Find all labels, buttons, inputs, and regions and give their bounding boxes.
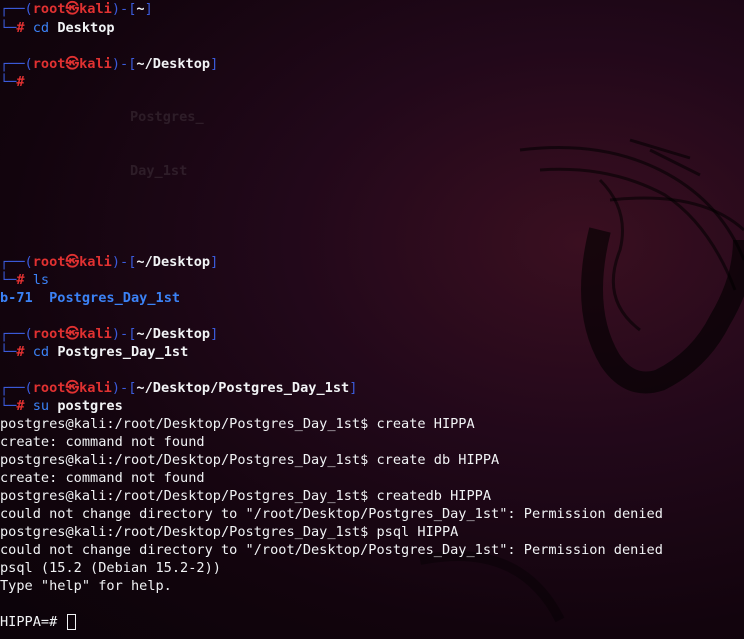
prompt-host: kali [79, 56, 112, 72]
ls-item: Postgres_Day_1st [49, 290, 181, 306]
prompt-header: ┌──(root㉿kali)-[~/Desktop] [0, 56, 219, 72]
prompt-user: root [32, 254, 66, 270]
prompt-host: kali [79, 380, 112, 396]
session-line: could not change directory to "/root/Des… [0, 506, 663, 522]
prompt-header: ┌──(root㉿kali)-[~] [0, 1, 153, 17]
kali-skull-icon: ㉿ [65, 56, 80, 72]
command-args: Postgres_Day_1st [57, 344, 189, 360]
prompt-user: root [32, 380, 66, 396]
prompt-user: root [32, 1, 66, 17]
kali-skull-icon: ㉿ [65, 254, 80, 270]
ghost-line: Day_1st [130, 163, 188, 179]
session-line: psql (15.2 (Debian 15.2-2)) [0, 560, 221, 576]
command-args: Desktop [57, 20, 115, 36]
prompt-input-line: └─# cd Desktop [0, 20, 115, 36]
session-line: postgres@kali:/root/Desktop/Postgres_Day… [0, 416, 475, 432]
prompt-user: root [32, 326, 66, 342]
ls-item: b-71 [0, 290, 33, 306]
prompt-cwd: ~/Desktop [136, 254, 211, 270]
session-line: postgres@kali:/root/Desktop/Postgres_Day… [0, 452, 500, 468]
ghost-folder-label: Postgres_ Day_1st [130, 72, 204, 198]
prompt-cwd: ~/Desktop [136, 326, 211, 342]
kali-skull-icon: ㉿ [65, 380, 80, 396]
session-line: create: command not found [0, 434, 205, 450]
prompt-input-line: └─# [0, 74, 25, 90]
session-line: postgres@kali:/root/Desktop/Postgres_Day… [0, 524, 459, 540]
prompt-host: kali [79, 326, 112, 342]
prompt-input-line: └─# ls [0, 272, 50, 288]
session-line: could not change directory to "/root/Des… [0, 542, 663, 558]
prompt-header: ┌──(root㉿kali)-[~/Desktop/Postgres_Day_1… [0, 380, 358, 396]
prompt-input-line: └─# su postgres [0, 398, 123, 414]
session-line: Type "help" for help. [0, 578, 172, 594]
prompt-cwd: ~ [136, 1, 145, 17]
kali-skull-icon: ㉿ [65, 326, 80, 342]
prompt-header: ┌──(root㉿kali)-[~/Desktop] [0, 326, 219, 342]
prompt-cwd: ~/Desktop [136, 56, 211, 72]
command-text: su [32, 398, 50, 414]
command-text: ls [32, 272, 50, 288]
prompt-header: ┌──(root㉿kali)-[~/Desktop] [0, 254, 219, 270]
prompt-user: root [32, 56, 66, 72]
text-cursor [67, 614, 77, 630]
prompt-host: kali [79, 254, 112, 270]
command-text: cd [32, 344, 50, 360]
ghost-line: Postgres_ [130, 109, 204, 125]
prompt-host: kali [79, 1, 112, 17]
prompt-input-line: └─# cd Postgres_Day_1st [0, 344, 189, 360]
ls-output-line: b-71 Postgres_Day_1st [0, 289, 180, 307]
command-args: postgres [57, 398, 123, 414]
session-line: create: command not found [0, 470, 205, 486]
session-line: postgres@kali:/root/Desktop/Postgres_Day… [0, 488, 492, 504]
psql-prompt: HIPPA=# [0, 614, 58, 630]
command-text: cd [32, 20, 50, 36]
prompt-cwd: ~/Desktop/Postgres_Day_1st [136, 380, 350, 396]
kali-skull-icon: ㉿ [65, 1, 80, 17]
psql-input-line[interactable]: HIPPA=# [0, 613, 77, 631]
